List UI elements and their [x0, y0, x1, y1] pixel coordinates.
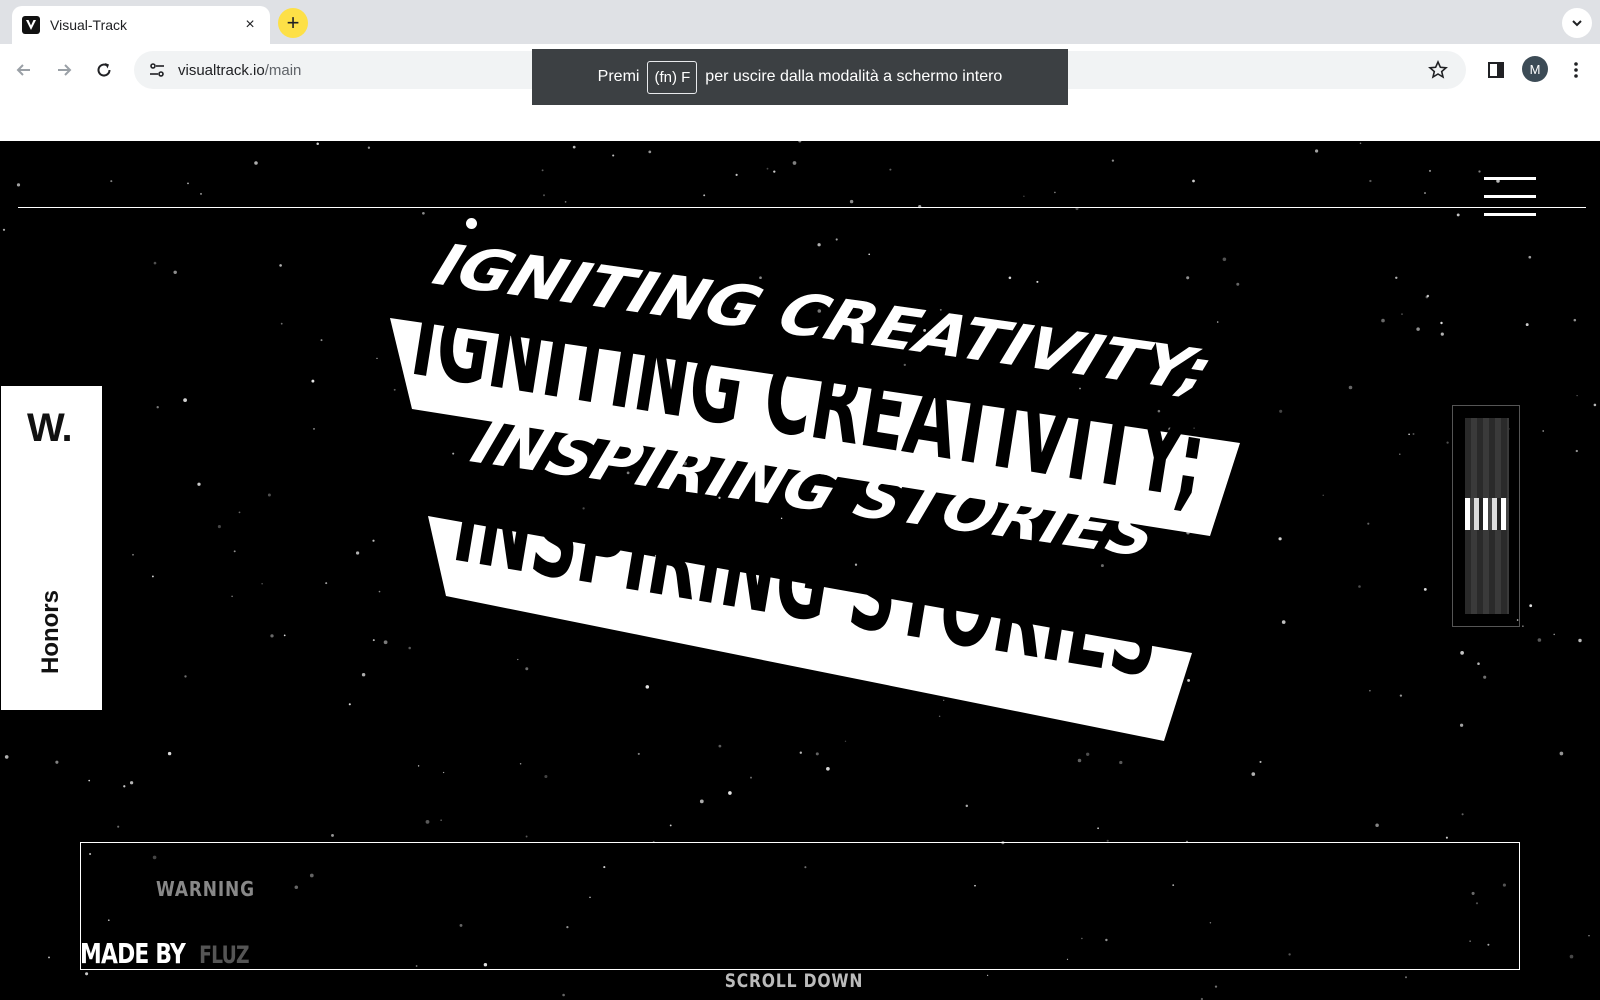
forward-button[interactable]	[50, 56, 78, 84]
visualtrack-favicon-icon	[22, 16, 40, 34]
tab-title: Visual-Track	[50, 17, 128, 33]
star-icon	[1428, 60, 1448, 79]
arrow-right-icon	[58, 64, 72, 76]
honors-side-tab[interactable]: W. Honors	[1, 386, 102, 710]
made-by-brand: FLUZ	[199, 941, 249, 969]
new-tab-button[interactable]: +	[278, 8, 308, 38]
w-logo: W.	[27, 406, 73, 450]
back-button[interactable]	[10, 56, 38, 84]
fullscreen-exit-toast: Premi (fn) F per uscire dalla modalità a…	[532, 49, 1068, 105]
toast-key: (fn) F	[647, 60, 698, 94]
made-by-credit[interactable]: MADE BY FLUZ	[80, 937, 250, 970]
scroll-thumb[interactable]	[1465, 498, 1509, 530]
warning-frame	[80, 842, 1520, 970]
toast-prefix: Premi	[597, 68, 640, 85]
tab-close-icon[interactable]: ×	[240, 16, 260, 34]
side-panel-icon	[1488, 62, 1504, 78]
side-panel-button[interactable]	[1482, 56, 1510, 84]
profile-avatar[interactable]: M	[1522, 56, 1548, 82]
browser-menu-button[interactable]	[1562, 56, 1590, 84]
honors-label: Honors	[37, 590, 64, 674]
chevron-down-icon	[1572, 20, 1582, 27]
site-settings-icon[interactable]	[146, 59, 168, 81]
made-by-label: MADE BY	[80, 937, 186, 970]
url-path: /main	[264, 61, 302, 79]
bookmark-button[interactable]	[1424, 56, 1452, 84]
browser-tabstrip: Visual-Track × +	[0, 0, 1600, 44]
page-viewport[interactable]: IGNITING CREATIVITY; IGNITING CREATIVITY…	[0, 141, 1600, 1000]
reload-button[interactable]	[90, 56, 118, 84]
scroll-indicator[interactable]	[1452, 405, 1520, 627]
url-text: visualtrack.io/main	[178, 62, 301, 79]
warning-label: WARNING	[156, 877, 255, 901]
browser-tab[interactable]: Visual-Track ×	[12, 6, 270, 44]
toast-suffix: per uscire dalla modalità a schermo inte…	[705, 68, 1003, 85]
kebab-menu-icon	[1574, 62, 1578, 78]
tab-search-button[interactable]	[1562, 8, 1592, 38]
arrow-left-icon	[16, 64, 30, 76]
url-host: visualtrack.io	[178, 61, 265, 79]
scroll-down-hint[interactable]: SCROLL DOWN	[725, 970, 864, 992]
reload-icon	[97, 63, 111, 77]
